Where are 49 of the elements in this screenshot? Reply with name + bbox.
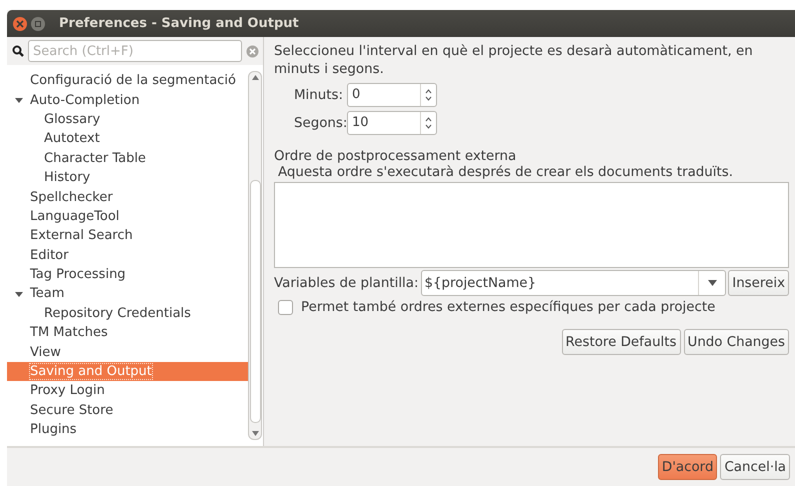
minimize-icon[interactable] [31, 16, 45, 30]
tree-item[interactable]: History [7, 168, 248, 188]
cancel-button[interactable]: Cancel·la [720, 454, 790, 480]
ok-button[interactable]: D'acord [658, 454, 718, 480]
field-label: Variables de plantilla: [274, 276, 418, 290]
scroll-down-icon[interactable] [252, 431, 258, 436]
tree-item[interactable]: View [7, 342, 248, 362]
scroll-up-icon[interactable] [252, 75, 258, 80]
command-field[interactable] [274, 182, 789, 268]
tree-item[interactable]: Autotext [7, 129, 248, 149]
tree-item[interactable]: LanguageTool [7, 206, 248, 226]
panel-button[interactable]: Undo Changes [684, 329, 789, 355]
tree-item[interactable]: TM Matches [7, 323, 248, 342]
tree-item[interactable]: Plugins [7, 420, 248, 440]
section-heading: Ordre de postprocessament externa [274, 149, 518, 164]
hint-text: Aquesta ordre s'executarà després de crear els documents traduïts. [277, 165, 734, 180]
tree-item[interactable]: Tag Processing [7, 264, 248, 284]
tree-item[interactable]: Spellchecker [7, 187, 248, 207]
insert-button[interactable]: Insereix [728, 270, 789, 296]
tree-item[interactable]: Secure Store [7, 400, 248, 420]
spinner-field[interactable]: 0 [347, 83, 437, 107]
expanded-triangle-icon[interactable] [14, 290, 22, 298]
tree-item[interactable]: External Search [7, 226, 248, 246]
spinner-label: Minuts: [294, 88, 344, 102]
spinner-label: Segons: [294, 116, 347, 130]
tree-item[interactable]: Glossary [7, 110, 248, 130]
tree-item[interactable]: Character Table [7, 148, 248, 168]
search-field[interactable]: Search (Ctrl+F) [28, 40, 242, 62]
spinner-arrows-icon[interactable] [425, 116, 432, 130]
tree-item[interactable]: Proxy Login [7, 381, 248, 401]
search-icon [12, 45, 24, 57]
intro-text: Seleccioneu l'interval en què el projecte es desarà automàticament, en minuts i segons. [274, 43, 754, 79]
spinner-arrows-icon[interactable] [425, 88, 432, 102]
tree-item[interactable]: Auto-Completion [7, 90, 248, 110]
tree-item[interactable]: Repository Credentials [7, 304, 248, 324]
tree-item[interactable]: Editor [7, 246, 248, 265]
expanded-triangle-icon[interactable] [14, 96, 22, 104]
tree-item[interactable]: Configuració de la segmentació [7, 71, 248, 90]
checkbox[interactable] [278, 300, 293, 315]
tree-item[interactable]: Team [7, 284, 248, 304]
checkbox-label: Permet també ordres externes específiques per cada projecte [301, 300, 716, 315]
scrollbar[interactable] [248, 71, 262, 440]
window-title: Preferences - Saving and Output [59, 16, 299, 31]
close-icon[interactable] [13, 16, 27, 30]
panel-button[interactable]: Restore Defaults [562, 329, 681, 355]
spinner-field[interactable]: 10 [347, 111, 437, 135]
variables-dropdown[interactable]: ${projectName} [420, 270, 726, 296]
clear-icon[interactable] [246, 44, 259, 58]
dropdown-arrow-icon[interactable] [708, 280, 717, 286]
